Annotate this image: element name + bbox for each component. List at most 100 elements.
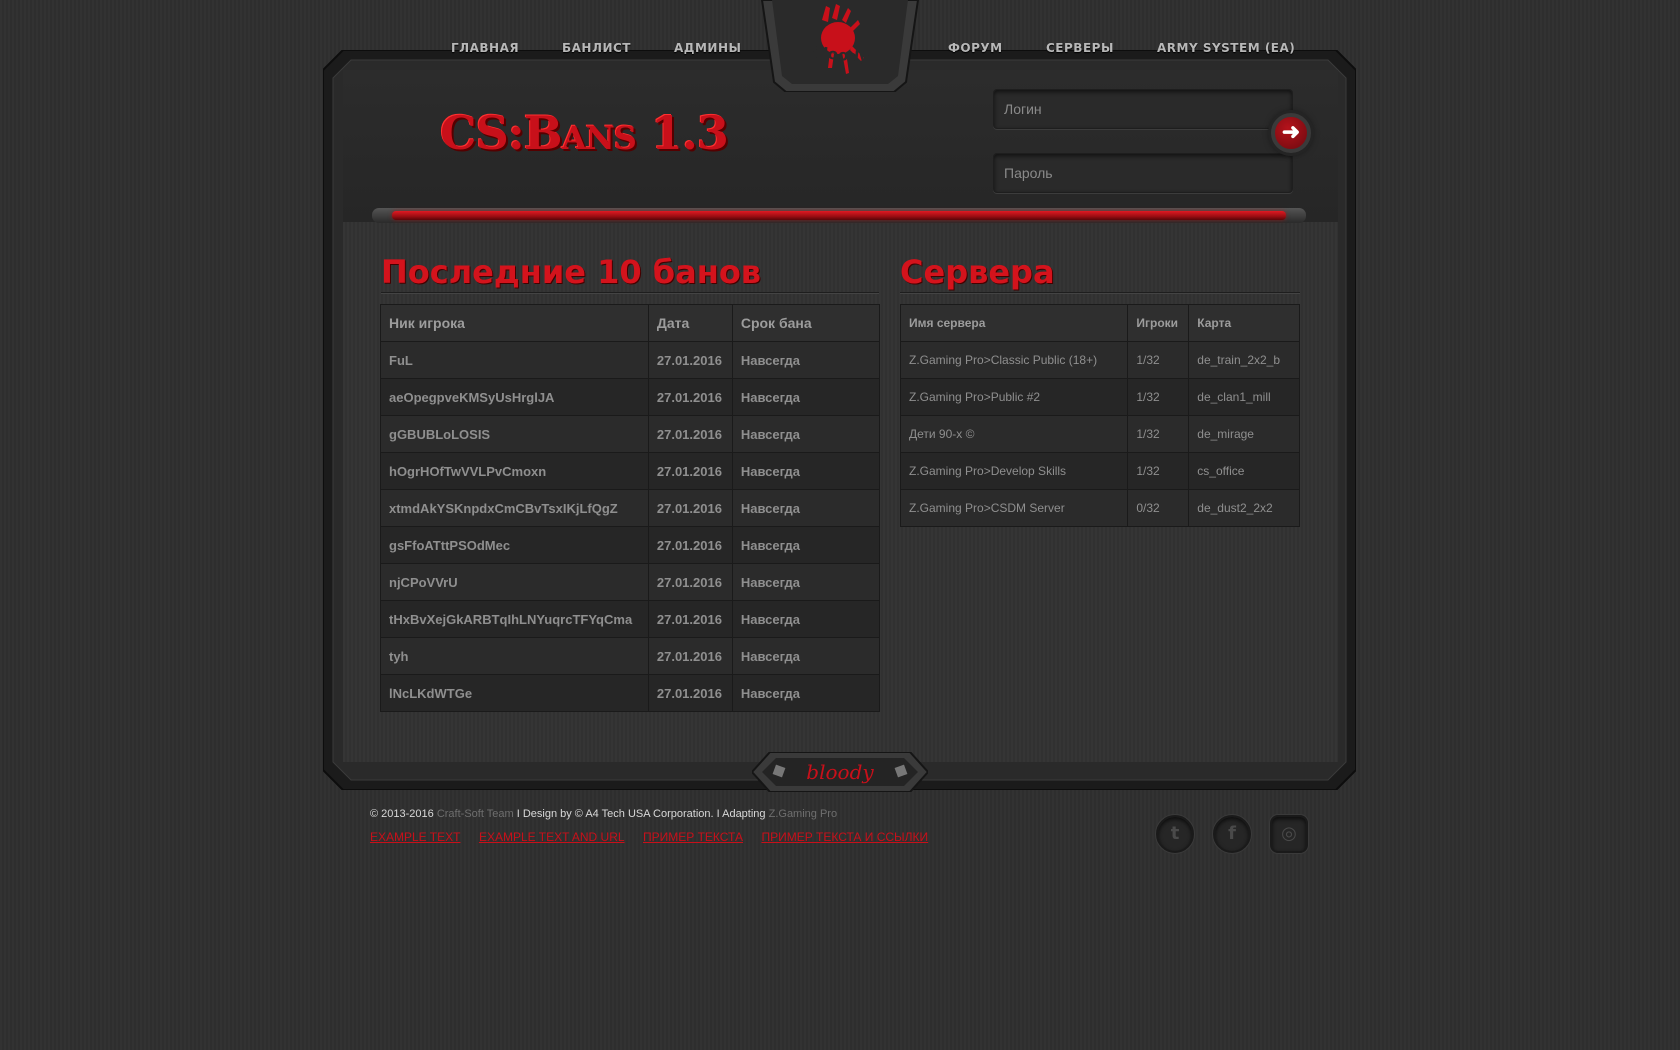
ban-duration: Навсегда: [731, 341, 881, 379]
column-header-duration[interactable]: Срок бана: [731, 304, 881, 342]
nav-admins[interactable]: АДМИНЫ: [674, 41, 741, 55]
table-row[interactable]: tHxBvXejGkARBTqIhLNYuqrcTFYqCma 27.01.201…: [380, 600, 881, 638]
table-row[interactable]: Z.Gaming Pro>Classic Public (18+) 1/32 de_…: [899, 341, 1300, 379]
ban-date: 27.01.2016: [647, 526, 733, 564]
copyright-text: © 2013-2016 Craft-Soft Team I Design by …: [370, 808, 837, 820]
twitter-icon[interactable]: t: [1156, 815, 1194, 853]
player-name: njCPoVVrU: [380, 563, 649, 601]
player-name: tyh: [380, 637, 649, 675]
server-map: de_mirage: [1188, 415, 1300, 453]
design-credit: I Design by © A4 Tech USA Corporation. I…: [513, 808, 769, 820]
server-players: 1/32: [1127, 415, 1190, 453]
server-players: 1/32: [1127, 378, 1190, 416]
table-row[interactable]: Z.Gaming Pro>CSDM Server 0/32 de_dust2_2x2: [899, 489, 1300, 527]
server-players: 1/32: [1127, 452, 1190, 490]
table-row[interactable]: Z.Gaming Pro>Develop Skills 1/32 cs_office: [899, 452, 1300, 490]
footer-link[interactable]: EXAMPLE TEXT: [370, 830, 460, 844]
ban-duration: Навсегда: [731, 452, 881, 490]
table-row[interactable]: njCPoVVrU 27.01.2016 Навсегда: [380, 563, 881, 601]
servers-header-row: Имя сервера Игроки Карта: [899, 304, 1300, 342]
ban-duration: Навсегда: [731, 378, 881, 416]
column-header-player[interactable]: Ник игрока: [380, 304, 649, 342]
footer-link[interactable]: EXAMPLE TEXT AND URL: [479, 830, 625, 844]
table-row[interactable]: gGBUBLoLOSIS 27.01.2016 Навсегда: [380, 415, 881, 453]
footer-bloody-logo-icon: bloody: [752, 752, 928, 792]
site-title: CS:Bans 1.3: [440, 106, 729, 160]
player-name: gsFfoATttPSOdMec: [380, 526, 649, 564]
ban-date: 27.01.2016: [647, 563, 733, 601]
server-name: Дети 90-х ©: [899, 415, 1129, 453]
ban-date: 27.01.2016: [647, 600, 733, 638]
copyright-prefix: © 2013-2016: [370, 808, 437, 820]
column-header-date[interactable]: Дата: [647, 304, 733, 342]
column-header-players[interactable]: Игроки: [1127, 304, 1190, 342]
nav-army-system[interactable]: ARMY SYSTEM (EA): [1157, 41, 1295, 55]
arrow-right-icon: ➜: [1281, 119, 1301, 144]
footer-link[interactable]: ПРИМЕР ТЕКСТА: [643, 830, 743, 844]
server-players: 0/32: [1127, 489, 1190, 527]
server-map: de_clan1_mill: [1188, 378, 1300, 416]
player-name: hOgrHOfTwVVLPvCmoxn: [380, 452, 649, 490]
facebook-icon[interactable]: f: [1213, 815, 1251, 853]
table-row[interactable]: FuL 27.01.2016 Навсегда: [380, 341, 881, 379]
table-row[interactable]: Z.Gaming Pro>Public #2 1/32 de_clan1_mill: [899, 378, 1300, 416]
ban-duration: Навсегда: [731, 526, 881, 564]
server-name: Z.Gaming Pro>CSDM Server: [899, 489, 1129, 527]
bans-table: Ник игрока Дата Срок бана FuL 27.01.2016 Н…: [380, 304, 881, 712]
player-name: aeOpegpveKMSyUsHrglJA: [380, 378, 649, 416]
server-map: de_dust2_2x2: [1188, 489, 1300, 527]
adapter-link[interactable]: Z.Gaming Pro: [769, 808, 837, 820]
table-row[interactable]: tyh 27.01.2016 Навсегда: [380, 637, 881, 675]
servers-table: Имя сервера Игроки Карта Z.Gaming Pro>Cl…: [899, 304, 1300, 527]
ban-date: 27.01.2016: [647, 452, 733, 490]
footer-link[interactable]: ПРИМЕР ТЕКСТА И ССЫЛКИ: [761, 830, 928, 844]
player-name: xtmdAkYSKnpdxCmCBvTsxIKjLfQgZ: [380, 489, 649, 527]
ban-date: 27.01.2016: [647, 415, 733, 453]
table-row[interactable]: aeOpegpveKMSyUsHrglJA 27.01.2016 Навсегда: [380, 378, 881, 416]
ban-duration: Навсегда: [731, 600, 881, 638]
nav-servers[interactable]: СЕРВЕРЫ: [1046, 41, 1114, 55]
ban-date: 27.01.2016: [647, 674, 733, 712]
ban-duration: Навсегда: [731, 415, 881, 453]
bans-heading-underline: [381, 292, 879, 293]
table-row[interactable]: Дети 90-х © 1/32 de_mirage: [899, 415, 1300, 453]
nav-banlist[interactable]: БАНЛИСТ: [562, 41, 631, 55]
server-name: Z.Gaming Pro>Classic Public (18+): [899, 341, 1129, 379]
password-input[interactable]: [993, 153, 1293, 193]
player-name: lNcLKdWTGe: [380, 674, 649, 712]
player-name: FuL: [380, 341, 649, 379]
header-divider-bar: [392, 211, 1286, 220]
nav-forum[interactable]: ФОРУМ: [948, 41, 1003, 55]
server-name: Z.Gaming Pro>Develop Skills: [899, 452, 1129, 490]
team-link[interactable]: Craft-Soft Team: [437, 808, 514, 820]
table-row[interactable]: hOgrHOfTwVVLPvCmoxn 27.01.2016 Навсегда: [380, 452, 881, 490]
instagram-icon[interactable]: ◎: [1270, 815, 1308, 853]
table-row[interactable]: lNcLKdWTGe 27.01.2016 Навсегда: [380, 674, 881, 712]
server-map: de_train_2x2_b: [1188, 341, 1300, 379]
player-name: gGBUBLoLOSIS: [380, 415, 649, 453]
servers-heading-underline: [900, 292, 1300, 293]
table-row[interactable]: gsFfoATttPSOdMec 27.01.2016 Навсегда: [380, 526, 881, 564]
bloody-logo-icon[interactable]: bloody: [760, 0, 920, 92]
nav-home[interactable]: ГЛАВНАЯ: [451, 41, 519, 55]
player-name: tHxBvXejGkARBTqIhLNYuqrcTFYqCma: [380, 600, 649, 638]
footer-links: EXAMPLE TEXT EXAMPLE TEXT AND URL ПРИМЕР…: [370, 828, 942, 846]
ban-date: 27.01.2016: [647, 378, 733, 416]
ban-date: 27.01.2016: [647, 637, 733, 675]
ban-duration: Навсегда: [731, 674, 881, 712]
ban-duration: Навсегда: [731, 563, 881, 601]
column-header-server-name[interactable]: Имя сервера: [899, 304, 1129, 342]
table-row[interactable]: xtmdAkYSKnpdxCmCBvTsxIKjLfQgZ 27.01.2016 Н…: [380, 489, 881, 527]
ban-date: 27.01.2016: [647, 341, 733, 379]
server-players: 1/32: [1127, 341, 1190, 379]
server-name: Z.Gaming Pro>Public #2: [899, 378, 1129, 416]
column-header-map[interactable]: Карта: [1188, 304, 1300, 342]
svg-text:bloody: bloody: [806, 760, 874, 784]
login-input[interactable]: [993, 89, 1293, 129]
ban-duration: Навсегда: [731, 637, 881, 675]
bans-heading: Последние 10 банов: [381, 253, 762, 291]
ban-date: 27.01.2016: [647, 489, 733, 527]
login-submit-button[interactable]: ➜: [1271, 113, 1311, 153]
server-map: cs_office: [1188, 452, 1300, 490]
servers-heading: Сервера: [900, 253, 1055, 291]
